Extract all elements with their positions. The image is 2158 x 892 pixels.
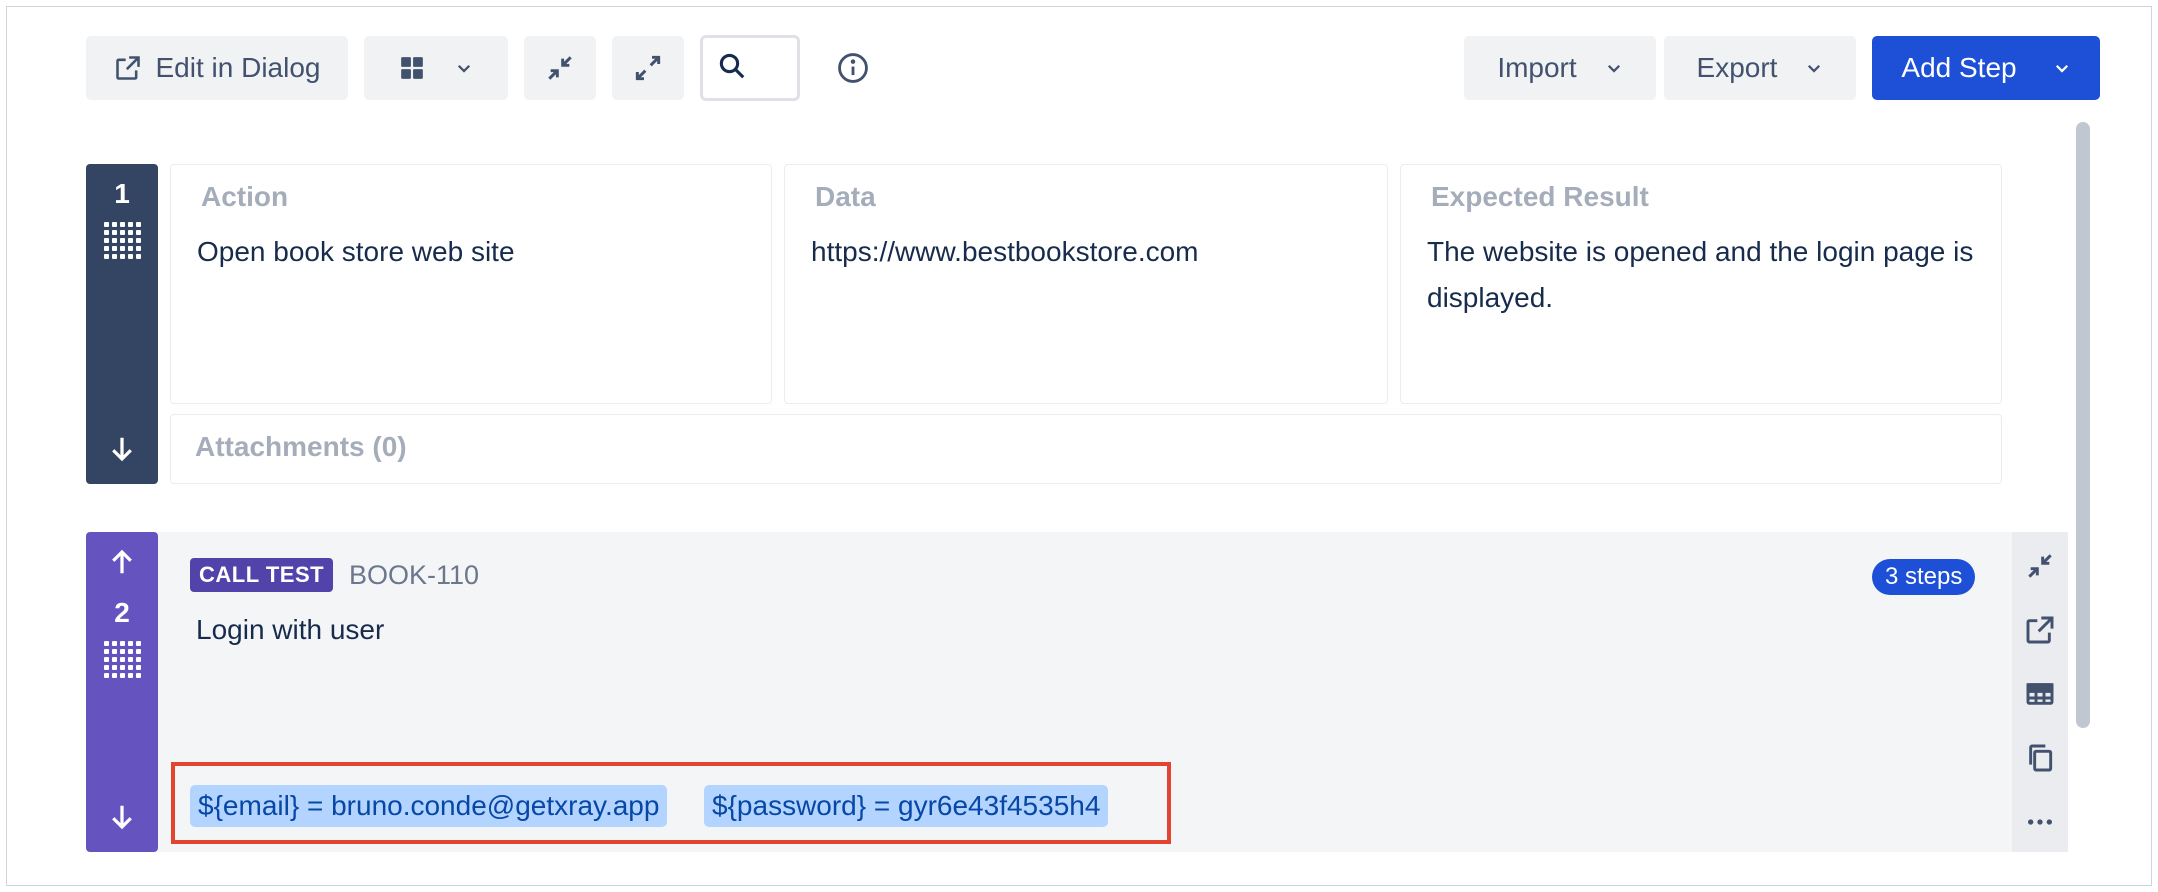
collapse-all-button[interactable] [524,36,596,100]
parameters-highlight-box [171,762,1171,844]
data-label: Data [815,181,876,212]
attachments-label: Attachments (0) [195,431,407,462]
action-value: Open book store web site [197,236,515,267]
edit-in-dialog-button[interactable]: Edit in Dialog [86,36,348,100]
scrollbar-thumb[interactable] [2076,122,2090,728]
more-icon[interactable] [2024,806,2056,838]
external-link-icon [114,54,142,82]
steps-count-badge: 3 steps [1872,559,1976,595]
chevron-down-icon [1805,59,1823,77]
collapse-icon [544,52,576,84]
issue-key-link[interactable]: BOOK-110 [349,560,479,591]
grid-layout-icon [399,55,425,81]
expected-result-label: Expected Result [1431,181,1649,212]
chevron-down-icon [1605,59,1623,77]
attachments-area[interactable]: Attachments (0) [170,414,2002,484]
chevron-down-icon [455,59,473,77]
export-dropdown-button[interactable]: Export [1664,36,1856,100]
step-number: 2 [114,597,130,628]
layout-dropdown-button[interactable] [364,36,508,100]
chevron-down-icon [2053,59,2071,77]
data-value: https://www.bestbookstore.com [811,236,1199,267]
drag-grip-icon[interactable] [103,222,141,259]
action-cell[interactable]: Action Open book store web site [170,164,772,404]
external-link-icon[interactable] [2024,614,2056,646]
arrow-up-icon[interactable] [107,546,137,583]
add-step-label: Add Step [1901,52,2017,83]
search-icon [717,51,747,86]
search-input[interactable] [700,35,800,101]
table-icon[interactable] [2024,678,2056,710]
edit-in-dialog-label: Edit in Dialog [155,52,321,83]
import-dropdown-button[interactable]: Import [1464,36,1656,100]
export-label: Export [1696,52,1778,83]
add-step-button[interactable]: Add Step [1872,36,2100,100]
collapse-icon[interactable] [2024,550,2056,582]
step-actions-sidebar [2012,532,2068,852]
arrow-down-icon[interactable] [107,801,137,838]
expected-result-cell[interactable]: Expected Result The website is opened an… [1400,164,2002,404]
import-label: Import [1497,52,1577,83]
info-icon[interactable] [836,51,870,85]
arrow-down-icon[interactable] [107,433,137,470]
copy-icon[interactable] [2024,742,2056,774]
step-1-handle[interactable]: 1 [86,164,158,484]
expand-all-button[interactable] [612,36,684,100]
step-2-handle[interactable]: 2 [86,532,158,852]
drag-grip-icon[interactable] [103,641,141,678]
called-test-title: Login with user [196,614,385,645]
step-number: 1 [114,178,130,209]
call-test-badge: CALL TEST [190,558,334,592]
expected-result-value: The website is opened and the login page… [1427,236,1974,313]
data-cell[interactable]: Data https://www.bestbookstore.com [784,164,1388,404]
expand-icon [632,52,664,84]
action-label: Action [201,181,289,212]
